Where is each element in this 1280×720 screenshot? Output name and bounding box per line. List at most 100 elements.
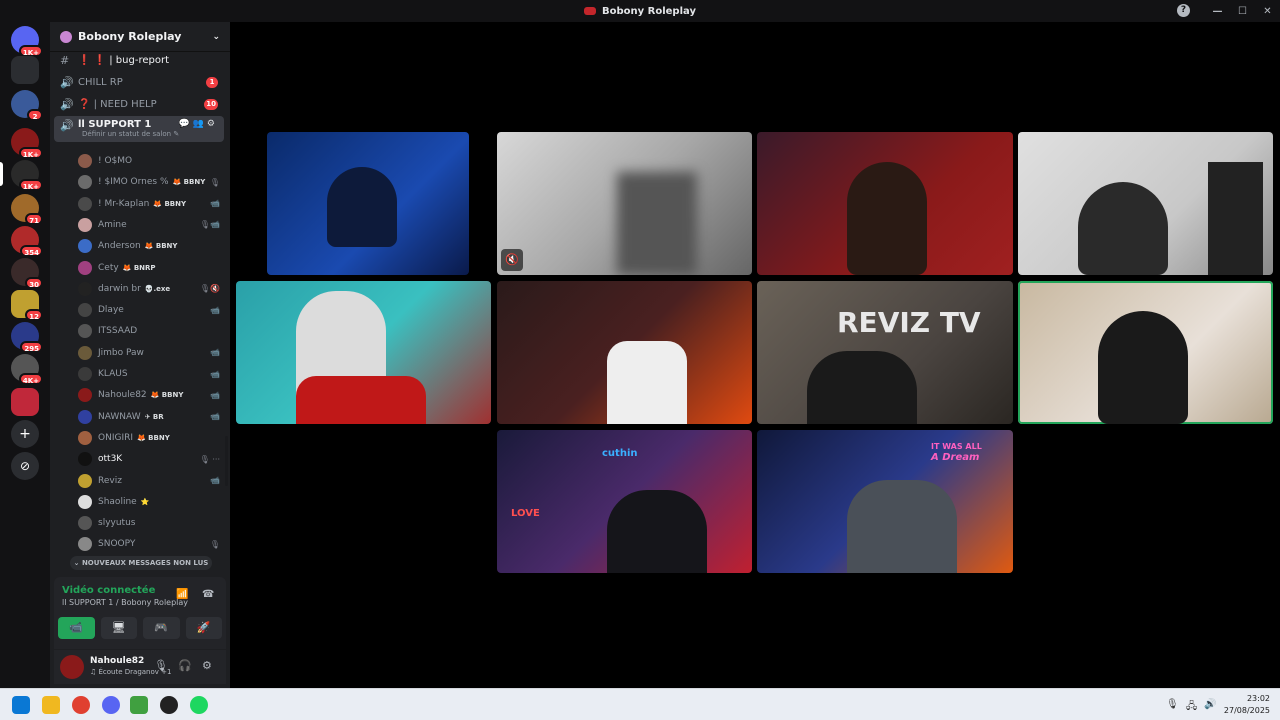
voice-member[interactable]: ! $IMO Ornes % 🦊 BBNY 🎙 [78, 172, 224, 192]
explore-icon[interactable]: ⊘ [11, 452, 39, 480]
chrome-icon[interactable] [72, 696, 90, 714]
member-status-icon: 🎙📹 [199, 220, 220, 230]
scrollbar[interactable] [225, 436, 228, 486]
minimize-button[interactable]: — [1205, 6, 1230, 17]
server-icon[interactable]: 4K+ [11, 354, 43, 385]
avatar [78, 473, 92, 488]
server-header[interactable]: Bobony Roleplay ⌄ [50, 22, 230, 52]
network-tray-icon[interactable]: 🖧 [1186, 699, 1197, 716]
voice-member[interactable]: Nahoule82 🦊 BBNY 📹 [78, 385, 224, 405]
camera-button[interactable]: 📹 [58, 617, 95, 639]
help-icon[interactable]: ? [1177, 4, 1190, 17]
discord-icon[interactable] [102, 696, 120, 714]
voice-member[interactable]: Amine 🎙📹 [78, 215, 224, 235]
activity-button[interactable]: 🎮 [143, 617, 180, 639]
member-tag: 🦊 BNRP [122, 263, 156, 272]
new-messages-banner[interactable]: ⌄ NOUVEAUX MESSAGES NON LUS [70, 556, 212, 570]
video-tile[interactable]: IT WAS ALL A Dream [757, 430, 1013, 573]
video-tile[interactable] [497, 281, 752, 424]
avatar [78, 367, 92, 381]
video-stage: 🔇 REVIZ TV cuthin LOVE IT WAS ALL A Drea… [230, 22, 1280, 688]
voice-member[interactable]: Jimbo Paw 📹 [78, 343, 224, 363]
member-name: ott3K [98, 454, 123, 465]
avatar[interactable] [60, 655, 84, 679]
channel-actions[interactable]: 💬👥⚙ [179, 119, 218, 129]
member-name: ITSSAAD [98, 326, 138, 337]
video-tile[interactable]: cuthin LOVE [497, 430, 752, 573]
voice-member[interactable]: KLAUS 📹 [78, 364, 224, 384]
voice-member[interactable]: Reviz 📹 [78, 471, 224, 491]
add-server-icon[interactable]: + [11, 420, 39, 448]
member-tag: 🦊 BBNY [153, 199, 187, 208]
voice-member[interactable]: darwin br 💀.exe 🎙🔇 [78, 279, 224, 299]
voice-member[interactable]: ONIGIRI 🦊 BBNY [78, 428, 224, 448]
video-tile-speaking[interactable] [1018, 281, 1273, 424]
video-tile[interactable]: REVIZ TV [757, 281, 1013, 424]
avatar [78, 260, 92, 275]
server-icon[interactable]: 71 [11, 194, 43, 225]
voice-member[interactable]: Shaoline ⭐ [78, 492, 224, 512]
voice-member[interactable]: Cety 🦊 BNRP [78, 258, 224, 278]
avatar [78, 409, 92, 424]
signal-icon[interactable]: 📶 [176, 589, 188, 600]
system-clock[interactable]: 23:02 27/08/2025 [1224, 693, 1270, 717]
member-tag: ⭐ [140, 497, 150, 506]
soundboard-button[interactable]: 🚀 [185, 617, 222, 639]
bobony-server-icon[interactable] [11, 388, 39, 416]
member-status-icon: 📹 [210, 348, 220, 358]
microphone-icon[interactable]: 🎙 [154, 659, 168, 672]
voice-member[interactable]: ! Mr-Kaplan 🦊 BBNY 📹 [78, 194, 224, 214]
voice-member[interactable]: SNOOPY 🎙 [78, 534, 224, 554]
voice-member[interactable]: ott3K 🎙 ··· [78, 449, 224, 469]
screen-share-button[interactable]: 🖥 [100, 617, 137, 639]
server-icon[interactable]: 354 [11, 226, 43, 257]
inbox-icon[interactable] [11, 56, 39, 84]
channel-support-1[interactable]: 🔊 ll SUPPORT 1 Définir un statut de salo… [54, 116, 224, 142]
voice-member[interactable]: slyyutus [78, 513, 224, 533]
server-icon[interactable]: 30 [11, 258, 43, 289]
member-name: Anderson [98, 241, 141, 252]
member-name: Shaoline [98, 496, 137, 507]
speaker-icon: 🔊 [60, 119, 74, 132]
direct-messages-icon[interactable]: 1K+ [11, 26, 43, 57]
video-tile[interactable] [757, 132, 1013, 275]
muted-icon: 🔇 [501, 249, 523, 271]
video-tile[interactable] [236, 281, 491, 424]
channel-bug-report[interactable]: # ❗ ❗ | bug-report [54, 50, 224, 70]
server-icon[interactable]: 1K+ [11, 160, 43, 191]
video-tile[interactable]: 🔇 [497, 132, 752, 275]
server-icon[interactable]: 295 [11, 322, 43, 353]
disconnect-icon[interactable]: ☎ [202, 589, 214, 600]
settings-gear-icon[interactable]: ⚙ [202, 659, 212, 672]
video-tile[interactable] [267, 132, 469, 275]
spotify-icon[interactable] [190, 696, 208, 714]
file-explorer-icon[interactable] [42, 696, 60, 714]
voice-member[interactable]: NAWNAW ✈ BR 📹 [78, 407, 224, 427]
channel-need-help[interactable]: 🔊 ❓ | NEED HELP 10 [54, 94, 224, 114]
server-icon[interactable]: 12 [11, 290, 43, 321]
video-tile[interactable] [1018, 132, 1273, 275]
voice-member[interactable]: ITSSAAD [78, 321, 224, 341]
app-icon[interactable] [130, 696, 148, 714]
voice-member[interactable]: Anderson 🦊 BBNY [78, 236, 224, 256]
channel-chill-rp[interactable]: 🔊 CHILL RP 1 [54, 72, 224, 92]
member-tag: 🦊 BBNY [137, 433, 170, 442]
member-name: SNOOPY [98, 539, 136, 550]
close-button[interactable]: ✕ [1255, 6, 1280, 17]
server-icon[interactable]: 1K+ [11, 128, 43, 159]
voice-channel-label[interactable]: ll SUPPORT 1 / Bobony Roleplay [62, 598, 188, 607]
maximize-button[interactable]: ☐ [1230, 6, 1255, 17]
channel-status[interactable]: Définir un statut de salon ✎ [82, 130, 179, 138]
mic-tray-icon[interactable]: 🎙 [1166, 699, 1179, 710]
app-icon[interactable] [160, 696, 178, 714]
voice-member[interactable]: Dlaye 📹 [78, 300, 224, 320]
member-name: KLAUS [98, 369, 128, 379]
start-icon[interactable] [12, 696, 30, 714]
headset-icon[interactable]: 🎧 [178, 659, 192, 672]
member-tag: 🦊 BBNY [172, 178, 206, 187]
voice-member[interactable]: ! O$MO [78, 151, 224, 171]
member-tag: 💀.exe [144, 284, 171, 293]
volume-tray-icon[interactable]: 🔊 [1204, 699, 1216, 710]
server-icon[interactable]: 2 [11, 90, 43, 121]
user-name[interactable]: Nahoule82 [90, 656, 144, 666]
